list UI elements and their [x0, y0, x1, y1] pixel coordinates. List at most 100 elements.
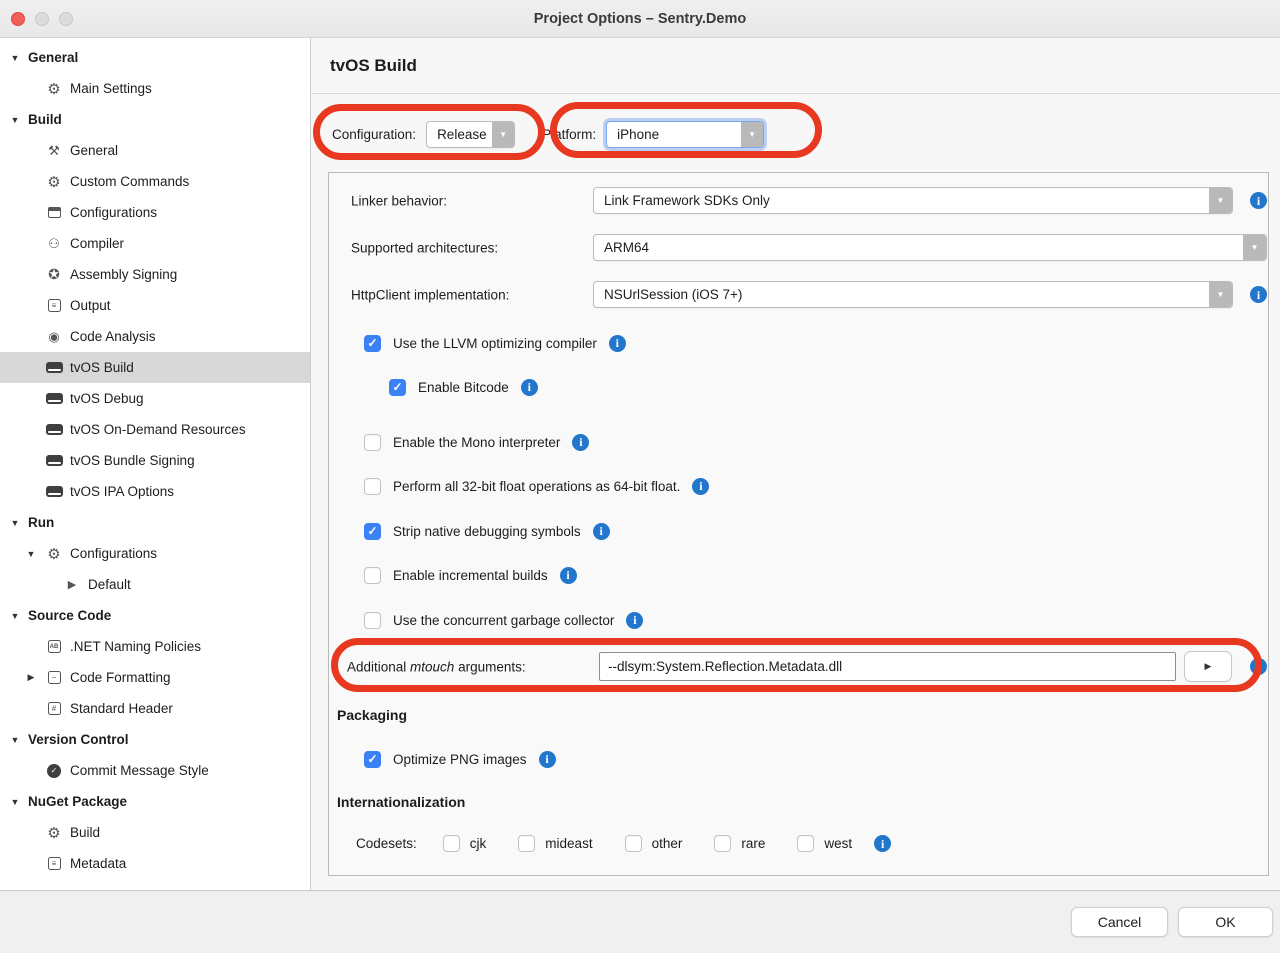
- disclosure-down-icon[interactable]: ▼: [9, 797, 21, 807]
- sidebar-item-build[interactable]: ▼ Build: [0, 104, 310, 135]
- concurrent-gc-checkbox[interactable]: [364, 612, 381, 629]
- chevron-down-icon[interactable]: [492, 122, 514, 147]
- sidebar-item-compiler[interactable]: ⚇Compiler: [0, 228, 310, 259]
- mono-interpreter-checkbox[interactable]: [364, 434, 381, 451]
- codeset-cjk-checkbox[interactable]: [443, 835, 460, 852]
- incremental-builds-checkbox[interactable]: [364, 567, 381, 584]
- sidebar-item-custom-commands[interactable]: ⚙Custom Commands: [0, 166, 310, 197]
- sidebar-item-general[interactable]: ⚒General: [0, 135, 310, 166]
- mtouch-arguments-input[interactable]: [599, 652, 1176, 681]
- strip-symbols-checkbox[interactable]: [364, 523, 381, 540]
- httpclient-implementation-label: HttpClient implementation:: [351, 288, 509, 303]
- gear-icon: ⚙: [44, 545, 64, 563]
- sidebar-item-run[interactable]: ▼Run: [0, 507, 310, 538]
- sidebar-item-tvos-on-demand-resources[interactable]: tvOS On-Demand Resources: [0, 414, 310, 445]
- sidebar-item-label: Custom Commands: [70, 174, 189, 189]
- sidebar-item-code-formatting[interactable]: ▶−Code Formatting: [0, 662, 310, 693]
- sidebar-item-label: General: [70, 143, 118, 158]
- project-options-window: Project Options – Sentry.Demo ▼General⚙M…: [0, 0, 1280, 953]
- supported-architectures-label: Supported architectures:: [351, 241, 498, 256]
- disclosure-down-icon[interactable]: ▼: [9, 735, 21, 745]
- titlebar: Project Options – Sentry.Demo: [0, 0, 1280, 38]
- sidebar-item-commit-message-style[interactable]: Commit Message Style: [0, 755, 310, 786]
- info-icon[interactable]: [1250, 286, 1267, 303]
- info-icon[interactable]: [692, 478, 709, 495]
- sidebar-item-general[interactable]: ▼General: [0, 42, 310, 73]
- info-icon[interactable]: [539, 751, 556, 768]
- badge-icon: ✪: [44, 266, 64, 283]
- codeset-other-option: other: [625, 835, 683, 852]
- supported-architectures-dropdown[interactable]: ARM64: [593, 234, 1267, 261]
- sidebar-item-output[interactable]: ≡ Output: [0, 290, 310, 321]
- disclosure-right-icon[interactable]: ▶: [25, 672, 37, 683]
- info-icon[interactable]: [560, 567, 577, 584]
- float-operations-checkbox[interactable]: [364, 478, 381, 495]
- disclosure-down-icon[interactable]: ▼: [9, 611, 21, 621]
- info-icon[interactable]: [572, 434, 589, 451]
- ok-button[interactable]: OK: [1178, 907, 1273, 937]
- mtouch-expand-button[interactable]: [1184, 651, 1232, 682]
- sidebar-item-default[interactable]: ▶Default: [0, 569, 310, 600]
- sidebar-item-configurations[interactable]: ▼ ⚙ Configurations: [0, 538, 310, 569]
- sidebar-item-code-analysis[interactable]: ◉Code Analysis: [0, 321, 310, 352]
- optimize-png-checkbox[interactable]: [364, 751, 381, 768]
- sidebar-item-standard-header[interactable]: #Standard Header: [0, 693, 310, 724]
- info-icon[interactable]: [1250, 658, 1267, 675]
- info-icon[interactable]: [609, 335, 626, 352]
- sidebar-item-label: Assembly Signing: [70, 267, 177, 282]
- info-icon[interactable]: [874, 835, 891, 852]
- concurrent-gc-row: Use the concurrent garbage collector: [364, 609, 643, 631]
- codeset-west-checkbox[interactable]: [797, 835, 814, 852]
- info-icon[interactable]: [521, 379, 538, 396]
- disclosure-down-icon[interactable]: ▼: [9, 518, 21, 528]
- chevron-down-icon[interactable]: [1209, 282, 1232, 307]
- sidebar-item-tvos-build[interactable]: tvOS Build: [0, 352, 310, 383]
- strip-symbols-row: Strip native debugging symbols: [364, 520, 610, 542]
- commit-check-icon: [44, 764, 64, 778]
- sidebar-item-label: Build: [28, 112, 62, 127]
- info-icon[interactable]: [626, 612, 643, 629]
- sidebar-item-version-control[interactable]: ▼Version Control: [0, 724, 310, 755]
- linker-behavior-dropdown[interactable]: Link Framework SDKs Only: [593, 187, 1233, 214]
- configuration-dropdown[interactable]: Release: [426, 121, 515, 148]
- sidebar-item-source-code[interactable]: ▼Source Code: [0, 600, 310, 631]
- codesets-options: cjkmideastotherrarewest: [443, 835, 884, 852]
- chevron-down-icon[interactable]: [741, 122, 763, 147]
- info-icon[interactable]: [1250, 192, 1267, 209]
- chevron-down-icon[interactable]: [1209, 188, 1232, 213]
- platform-dropdown[interactable]: iPhone: [606, 121, 764, 148]
- sidebar-item-tvos-debug[interactable]: tvOS Debug: [0, 383, 310, 414]
- disclosure-down-icon[interactable]: ▼: [9, 115, 21, 125]
- sidebar-item-build[interactable]: ⚙Build: [0, 817, 310, 848]
- sidebar-item-label: Output: [70, 298, 111, 313]
- codeset-mideast-checkbox[interactable]: [518, 835, 535, 852]
- sidebar-item-label: Metadata: [70, 856, 126, 871]
- sidebar-item-tvos-bundle-signing[interactable]: tvOS Bundle Signing: [0, 445, 310, 476]
- codeset-west-option: west: [797, 835, 852, 852]
- sidebar-item-net-naming-policies[interactable]: AB.NET Naming Policies: [0, 631, 310, 662]
- sidebar-item-assembly-signing[interactable]: ✪ Assembly Signing: [0, 259, 310, 290]
- codeset-label: rare: [741, 836, 765, 851]
- disclosure-down-icon[interactable]: ▼: [9, 53, 21, 63]
- enable-bitcode-checkbox[interactable]: [389, 379, 406, 396]
- sidebar-item-configurations[interactable]: Configurations: [0, 197, 310, 228]
- sidebar-item-label: Build: [70, 825, 100, 840]
- enable-bitcode-label: Enable Bitcode: [418, 380, 509, 395]
- cancel-button[interactable]: Cancel: [1071, 907, 1168, 937]
- httpclient-implementation-value: NSUrlSession (iOS 7+): [604, 287, 742, 302]
- httpclient-implementation-dropdown[interactable]: NSUrlSession (iOS 7+): [593, 281, 1233, 308]
- codeset-rare-checkbox[interactable]: [714, 835, 731, 852]
- sidebar-item-tvos-ipa-options[interactable]: tvOS IPA Options: [0, 476, 310, 507]
- chevron-down-icon[interactable]: [1243, 235, 1266, 260]
- doc-lines-icon: ≡: [44, 299, 64, 312]
- packaging-section-title: Packaging: [337, 707, 407, 723]
- info-icon[interactable]: [593, 523, 610, 540]
- sidebar-item-main-settings[interactable]: ⚙Main Settings: [0, 73, 310, 104]
- hash-box-icon: #: [44, 702, 64, 715]
- sidebar-item-label: Configurations: [70, 546, 157, 561]
- disclosure-down-icon[interactable]: ▼: [25, 549, 37, 559]
- sidebar-item-nuget-package[interactable]: ▼NuGet Package: [0, 786, 310, 817]
- llvm-compiler-checkbox[interactable]: [364, 335, 381, 352]
- codeset-other-checkbox[interactable]: [625, 835, 642, 852]
- sidebar-item-metadata[interactable]: ≡Metadata: [0, 848, 310, 879]
